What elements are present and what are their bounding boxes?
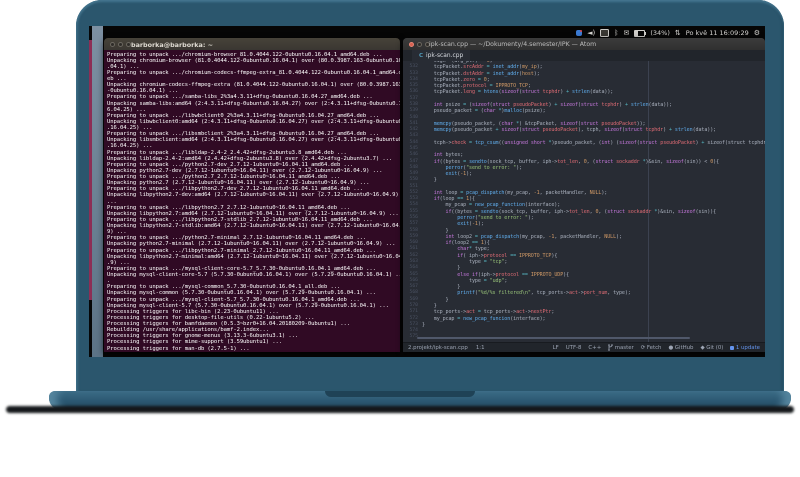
battery-icon[interactable] bbox=[634, 29, 647, 37]
package-icon bbox=[730, 345, 735, 350]
terminal-line: Processing triggers for man-db (2.7.5-1)… bbox=[107, 345, 250, 352]
code-line: 544 tcph->check = tcp_csum((unsigned sho… bbox=[403, 140, 765, 146]
tab-ipk-scan-cpp[interactable]: C ipk-scan.cpp bbox=[412, 50, 471, 61]
terminal-line: Preparing to unpack .../libwbclient0_2%3… bbox=[107, 112, 380, 119]
cursor-position[interactable]: 1:1 bbox=[476, 345, 485, 351]
git-icon: ◆ bbox=[700, 344, 705, 351]
terminal-window-buttons bbox=[110, 41, 131, 47]
encoding-indicator[interactable]: UTF-8 bbox=[566, 345, 582, 351]
terminal-line: Preparing to unpack .../libpython2.7-min… bbox=[107, 247, 376, 254]
volume-icon[interactable]: ◄) bbox=[587, 29, 595, 37]
atom-titlebar[interactable]: ipk-scan.cpp — ~/Dokumenty/4.semester/IP… bbox=[403, 38, 765, 50]
terminal-output[interactable]: Preparing to unpack .../chromium-browser… bbox=[104, 50, 400, 352]
bluetooth-icon[interactable]: ᛒ bbox=[614, 29, 618, 37]
close-button[interactable] bbox=[110, 41, 115, 47]
file-path[interactable]: 2.projekt/ipk-scan.cpp bbox=[408, 345, 468, 351]
terminal-line: Unpacking mysql-client-5.7 (5.7.30-0ubun… bbox=[107, 302, 389, 309]
atom-window: ipk-scan.cpp — ~/Dokumenty/4.semester/IP… bbox=[403, 38, 765, 352]
tab-label: ipk-scan.cpp bbox=[426, 52, 464, 59]
background-window-edge bbox=[89, 40, 92, 300]
terminal-line: Unpacking libldap-2.4-2:amd64 (2.4.42+df… bbox=[107, 155, 393, 162]
code-lines: 531 sign *(arg_ptr) = 0;532 tcpPacket.sr… bbox=[403, 61, 765, 341]
terminal-line: Unpacking libpython2.7-dev:amd64 (2.7.12… bbox=[107, 192, 399, 199]
code-line: 542 memcpy(pseudo_packet + sizeof(struct… bbox=[403, 127, 765, 133]
laptop-shadow bbox=[6, 406, 794, 413]
git-panel-button[interactable]: ◆ Git (0) bbox=[700, 345, 723, 351]
keyboard-indicator-icon[interactable] bbox=[600, 29, 610, 37]
terminal-line: Preparing to unpack .../mysql-client-5.7… bbox=[107, 296, 360, 303]
git-branch-indicator[interactable]: master bbox=[608, 344, 634, 351]
minimize-button[interactable] bbox=[417, 41, 422, 47]
code-editor[interactable]: 531 sign *(arg_ptr) = 0;532 tcpPacket.sr… bbox=[403, 61, 765, 342]
laptop-lid-notch bbox=[325, 391, 475, 397]
terminal-line: Unpacking libpython2.7-stdlib:amd64 (2.7… bbox=[107, 223, 400, 229]
terminal-line: Preparing to unpack .../samba-libs_2%3a4… bbox=[107, 94, 373, 101]
github-icon: ● bbox=[668, 344, 674, 351]
status-bar: 2.projekt/ipk-scan.cpp 1:1 LF UTF-8 C++ … bbox=[403, 342, 765, 352]
line-ending-indicator[interactable]: LF bbox=[553, 345, 559, 351]
terminal-line: Unpacking chromium-browser (81.0.4044.12… bbox=[107, 57, 400, 64]
horizontal-scrollbar[interactable] bbox=[417, 337, 690, 339]
laptop-screen: ◄) ᛒ ✉ (34%) ⇅ Po kvě 11 16:09:29 ⚙ barb… bbox=[89, 26, 765, 357]
cpp-file-icon: C bbox=[419, 52, 424, 59]
update-indicator[interactable]: 1 update bbox=[730, 345, 760, 351]
clock-label[interactable]: Po kvě 11 16:09:29 bbox=[686, 29, 749, 37]
terminal-window: barborka@barborka: ~ Preparing to unpack… bbox=[104, 38, 400, 352]
input-source-icon[interactable] bbox=[576, 30, 583, 36]
close-button[interactable] bbox=[409, 41, 414, 47]
session-gear-icon[interactable]: ⚙ bbox=[754, 29, 760, 37]
terminal-line: Unpacking libpython2.7:amd64 (2.7.12-1ub… bbox=[107, 210, 399, 217]
github-button[interactable]: ● GitHub bbox=[668, 345, 693, 351]
battery-percentage: (34%) bbox=[650, 29, 670, 37]
terminal-line: Unpacking python2.7-minimal (2.7.12-1ubu… bbox=[107, 241, 396, 248]
unity-launcher-strip[interactable] bbox=[92, 26, 103, 357]
terminal-titlebar[interactable]: barborka@barborka: ~ bbox=[104, 38, 400, 50]
minimize-button[interactable] bbox=[118, 41, 123, 47]
terminal-line: Unpacking mysql-client-core-5.7 (5.7.30-… bbox=[107, 272, 400, 278]
fetch-button[interactable]: ⟳ Fetch bbox=[641, 345, 662, 351]
terminal-line: Unpacking samba-libs:amd64 (2:4.3.11+dfs… bbox=[107, 100, 400, 107]
terminal-line: Unpacking libpython2.7-minimal:amd64 (2.… bbox=[107, 253, 400, 260]
terminal-line: Preparing to unpack .../chromium-browser… bbox=[107, 51, 383, 58]
terminal-title: barborka@barborka: ~ bbox=[131, 40, 213, 49]
terminal-line: Preparing to unpack .../chromium-codecs-… bbox=[107, 69, 400, 76]
sync-icon: ⟳ bbox=[640, 344, 646, 351]
laptop-mockup: ◄) ᛒ ✉ (34%) ⇅ Po kvě 11 16:09:29 ⚙ barb… bbox=[0, 0, 800, 477]
tab-bar: C ipk-scan.cpp bbox=[403, 50, 765, 61]
terminal-line: Unpacking mysql-common (5.7.30-0ubuntu0.… bbox=[107, 290, 376, 297]
network-icon[interactable]: ⇅ bbox=[675, 29, 681, 37]
atom-window-title: ipk-scan.cpp — ~/Dokumenty/4.semester/IP… bbox=[429, 40, 597, 48]
grammar-indicator[interactable]: C++ bbox=[588, 345, 601, 351]
atom-window-buttons bbox=[409, 41, 430, 47]
branch-icon bbox=[608, 344, 614, 351]
mail-icon[interactable]: ✉ bbox=[624, 29, 630, 37]
